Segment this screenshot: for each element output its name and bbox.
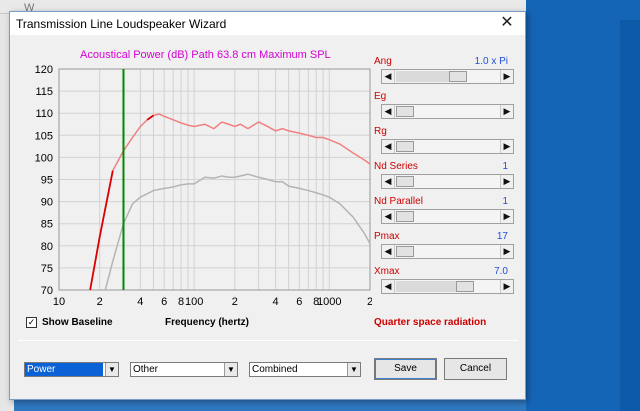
control-label: Ang	[374, 56, 392, 67]
x-tick-label: 6	[296, 296, 302, 308]
y-tick-label: 110	[35, 108, 53, 120]
x-axis-tick-labels: 10 2 4 6 8 100 2 4 6 81000 2	[53, 296, 372, 308]
arrow-left-icon[interactable]: ◀	[382, 175, 395, 188]
x-tick-label: 2	[367, 296, 372, 308]
control-label: Eg	[374, 91, 387, 102]
arrow-left-icon[interactable]: ◀	[382, 210, 395, 223]
control-label: Rg	[374, 126, 387, 137]
chevron-down-icon[interactable]: ▼	[224, 363, 237, 376]
chart-title: Acoustical Power (dB) Path 63.8 cm Maxim…	[80, 49, 331, 61]
control-scrollbar[interactable]: ◀ ▶	[381, 279, 514, 294]
y-tick-label: 105	[35, 130, 53, 142]
frequency-response-chart: 707580859095100105110115120 10 2 4 6 8 100 2 4 6…	[35, 64, 372, 308]
scroll-track-fill	[396, 71, 449, 82]
series-peak-highlight	[146, 114, 154, 121]
y-tick-label: 75	[41, 263, 53, 275]
arrow-right-icon[interactable]: ▶	[500, 210, 513, 223]
control-value: 1.0 x Pi	[474, 56, 508, 67]
divider	[18, 340, 518, 341]
scroll-thumb[interactable]	[396, 176, 414, 187]
control-label: Nd Series	[374, 161, 418, 172]
arrow-right-icon[interactable]: ▶	[500, 245, 513, 258]
scroll-thumb[interactable]	[448, 71, 467, 82]
arrow-right-icon[interactable]: ▶	[500, 70, 513, 83]
power-select-value: Power	[25, 363, 103, 376]
control-value: 1	[502, 161, 508, 172]
control-label: Nd Parallel	[374, 196, 423, 207]
title-bar[interactable]: Transmission Line Loudspeaker Wizard ✕	[10, 12, 525, 35]
y-tick-label: 95	[41, 175, 53, 187]
control-scrollbar[interactable]: ◀ ▶	[381, 174, 514, 189]
control-label: Xmax	[374, 266, 400, 277]
arrow-left-icon[interactable]: ◀	[382, 140, 395, 153]
chevron-down-icon[interactable]: ▼	[105, 363, 118, 376]
arrow-right-icon[interactable]: ▶	[500, 280, 513, 293]
close-button[interactable]: ✕	[495, 13, 519, 33]
arrow-left-icon[interactable]: ◀	[382, 280, 395, 293]
control-scrollbar[interactable]: ◀ ▶	[381, 69, 514, 84]
x-tick-label: 4	[272, 296, 278, 308]
scroll-thumb[interactable]	[396, 246, 414, 257]
scroll-track-fill	[396, 281, 456, 292]
control-scrollbar[interactable]: ◀ ▶	[381, 209, 514, 224]
control-value: 1	[502, 196, 508, 207]
arrow-right-icon[interactable]: ▶	[500, 140, 513, 153]
x-tick-label: 4	[137, 296, 143, 308]
y-tick-label: 115	[35, 86, 53, 98]
wizard-dialog: Transmission Line Loudspeaker Wizard ✕ A…	[9, 11, 526, 400]
arrow-left-icon[interactable]: ◀	[382, 105, 395, 118]
y-axis-tick-labels: 70 75 80 85 90 95 100 105 110 115 120	[35, 64, 53, 297]
x-tick-label: 10	[53, 296, 65, 308]
save-button[interactable]: Save	[374, 358, 437, 380]
combined-select-value: Combined	[252, 364, 298, 375]
control-label: Pmax	[374, 231, 400, 242]
x-tick-label: 100	[185, 296, 203, 308]
other-select[interactable]: Other ▼	[130, 362, 238, 377]
scroll-thumb[interactable]	[396, 141, 414, 152]
arrow-left-icon[interactable]: ◀	[382, 245, 395, 258]
x-axis-label: Frequency (hertz)	[165, 317, 249, 328]
y-tick-label: 70	[41, 285, 53, 297]
y-tick-label: 100	[35, 152, 53, 164]
arrow-left-icon[interactable]: ◀	[382, 70, 395, 83]
control-scrollbar[interactable]: ◀ ▶	[381, 139, 514, 154]
control-scrollbar[interactable]: ◀ ▶	[381, 244, 514, 259]
window-title: Transmission Line Loudspeaker Wizard	[16, 17, 227, 31]
other-select-value: Other	[133, 364, 159, 375]
control-value: 7.0	[494, 266, 508, 277]
desktop-background-shade	[620, 20, 640, 411]
combined-select[interactable]: Combined ▼	[249, 362, 361, 377]
y-tick-label: 120	[35, 64, 53, 76]
show-baseline-label: Show Baseline	[42, 317, 113, 328]
x-tick-label: 6	[161, 296, 167, 308]
radiation-mode-label: Quarter space radiation	[374, 317, 487, 328]
x-tick-label: 8	[178, 296, 184, 308]
x-tick-label: 2	[232, 296, 238, 308]
y-tick-label: 85	[41, 219, 53, 231]
scroll-thumb[interactable]	[455, 281, 474, 292]
series-line	[104, 173, 371, 291]
arrow-right-icon[interactable]: ▶	[500, 175, 513, 188]
power-select[interactable]: Power ▼	[24, 362, 119, 377]
control-scrollbar[interactable]: ◀ ▶	[381, 104, 514, 119]
y-tick-label: 80	[41, 241, 53, 253]
x-tick-label: 2	[97, 296, 103, 308]
x-tick-label: 1000	[317, 296, 341, 308]
control-value: 17	[496, 231, 508, 242]
scroll-thumb[interactable]	[396, 211, 414, 222]
chevron-down-icon[interactable]: ▼	[347, 363, 360, 376]
y-tick-label: 90	[41, 197, 53, 209]
scroll-thumb[interactable]	[396, 106, 414, 117]
show-baseline-text: Show Baseline	[42, 317, 113, 328]
cancel-button[interactable]: Cancel	[444, 358, 507, 380]
show-baseline-checkbox[interactable]: ✓	[26, 317, 37, 328]
arrow-right-icon[interactable]: ▶	[500, 105, 513, 118]
